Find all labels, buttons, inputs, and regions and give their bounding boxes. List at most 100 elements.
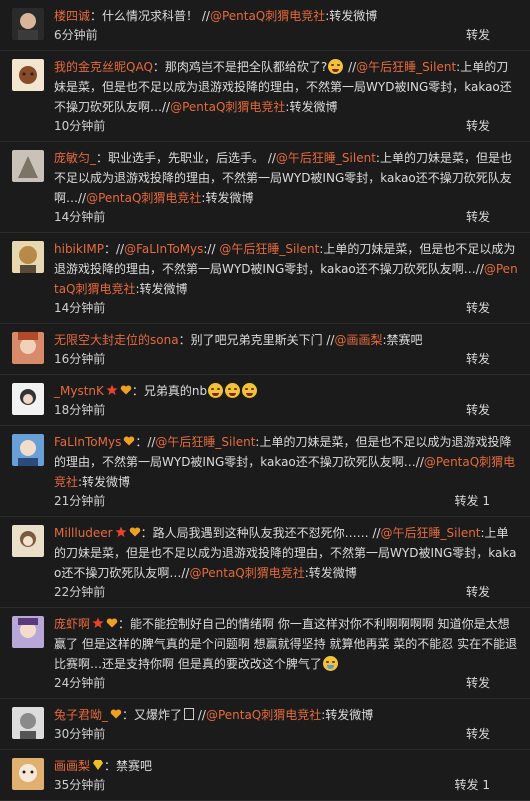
- mention-link[interactable]: @PentaQ刺猬电竞社: [170, 100, 285, 114]
- comment-text: 庞虾啊 ：能不能控制好自己的情绪啊 你一直这样对你不利啊啊啊啊 知道你是太想赢了 …: [54, 614, 520, 674]
- avatar[interactable]: [12, 332, 44, 364]
- heart-badge-icon: [129, 527, 140, 537]
- repost-button[interactable]: 转发: [466, 725, 490, 743]
- comment-user[interactable]: Millludeer: [54, 526, 113, 540]
- comment-user[interactable]: 兔子君呦_: [54, 708, 108, 722]
- comment-body: :转发微博: [321, 708, 374, 722]
- comment-time: 24分钟前: [54, 676, 106, 690]
- comment-item: 画画梨 ：禁赛吧 35分钟前 转发 1: [0, 750, 530, 801]
- comment-time: 21分钟前: [54, 494, 106, 508]
- comment-text: hibikIMP：//@FaLInToMys:// @午后狂睡_Silent:上…: [54, 239, 520, 299]
- comment-body: ：//: [103, 242, 125, 256]
- comment-user[interactable]: _MystnK: [54, 384, 104, 398]
- comment-user[interactable]: 画画梨: [54, 759, 90, 773]
- repost-button[interactable]: 转发: [466, 117, 490, 135]
- comment-user[interactable]: FaLInToMys: [54, 435, 121, 449]
- mention-link[interactable]: @午后狂睡_Silent: [276, 151, 376, 165]
- comment-text: 无限空大封走位的sona：别了吧兄弟克里斯关下门 //@画画梨:禁赛吧: [54, 330, 520, 350]
- comment-user[interactable]: hibikIMP: [54, 242, 104, 256]
- heart-badge-icon: [120, 385, 132, 395]
- repost-button[interactable]: 转发: [466, 583, 490, 601]
- comment-text: Millludeer ：路人局我遇到这种队友我还不怼死你…… //@午后狂睡_Si…: [54, 523, 520, 583]
- cry-emoji-icon: [322, 656, 338, 671]
- repost-button[interactable]: 转发 1: [455, 776, 490, 794]
- star-badge-icon: [106, 384, 118, 395]
- comment-body: ：能不能控制好自己的情绪啊 你一直这样对你不利啊啊啊啊 知道你是太想赢了 但是这…: [54, 617, 518, 671]
- avatar[interactable]: [12, 758, 44, 790]
- comment-body: ：兄弟真的nb: [131, 384, 208, 398]
- repost-button[interactable]: 转发: [466, 350, 490, 368]
- comment-item: FaLInToMys ：//@午后狂睡_Silent:上单的刀妹是菜，但是也不足以…: [0, 426, 530, 517]
- comment-body: :转发微博: [78, 475, 131, 489]
- comment-user[interactable]: 楼四诚: [54, 9, 90, 23]
- laugh-emoji-icon: [328, 59, 344, 74]
- laugh-emoji-icon: [225, 383, 241, 398]
- repost-button[interactable]: 转发: [466, 401, 490, 419]
- avatar[interactable]: [12, 383, 44, 415]
- comment-user[interactable]: 庞敏匀_: [54, 151, 96, 165]
- mention-link[interactable]: @午后狂睡_Silent: [155, 435, 255, 449]
- comment-time: 30分钟前: [54, 727, 106, 741]
- avatar[interactable]: [12, 434, 44, 466]
- repost-button[interactable]: 转发: [466, 299, 490, 317]
- comment-text: FaLInToMys ：//@午后狂睡_Silent:上单的刀妹是菜，但是也不足以…: [54, 432, 520, 492]
- repost-button[interactable]: 转发: [466, 674, 490, 692]
- comment-body: ：禁赛吧: [104, 759, 153, 773]
- comment-time: 18分钟前: [54, 403, 106, 417]
- star-badge-icon: [115, 526, 127, 537]
- avatar[interactable]: [12, 59, 44, 91]
- comment-body: ：又爆炸了: [122, 708, 183, 722]
- repost-button[interactable]: 转发 1: [455, 492, 490, 510]
- heart-badge-icon: [124, 436, 135, 446]
- heart-badge-icon: [110, 709, 122, 719]
- comment-time: 35分钟前: [54, 778, 106, 792]
- comment-time: 16分钟前: [54, 352, 106, 366]
- avatar[interactable]: [12, 150, 44, 182]
- mention-link[interactable]: @FaLInToMys: [124, 242, 203, 256]
- mention-link[interactable]: @午后狂睡_Silent: [381, 526, 481, 540]
- comment-text: 楼四诚：什么情况求科普！ //@PentaQ刺猬电竞社:转发微博: [54, 6, 520, 26]
- comment-item: Millludeer ：路人局我遇到这种队友我还不怼死你…… //@午后狂睡_Si…: [0, 517, 530, 608]
- comment-body: ：什么情况求科普！: [90, 9, 199, 23]
- comment-text: 我的金克丝昵QAQ：那肉鸡岂不是把全队都给砍了? //@午后狂睡_Silent:…: [54, 57, 520, 117]
- comment-body: ：路人局我遇到这种队友我还不怼死你…… //: [140, 526, 381, 540]
- mention-link[interactable]: @画画梨: [334, 333, 382, 347]
- mention-link[interactable]: @午后狂睡_Silent: [356, 60, 456, 74]
- comment-user[interactable]: 我的金克丝昵QAQ: [54, 60, 153, 74]
- comment-item: 我的金克丝昵QAQ：那肉鸡岂不是把全队都给砍了? //@午后狂睡_Silent:…: [0, 51, 530, 142]
- laugh-emoji-icon: [242, 383, 258, 398]
- comment-time: 22分钟前: [54, 585, 106, 599]
- gold-badge-icon: [93, 760, 104, 770]
- avatar[interactable]: [12, 525, 44, 557]
- comment-time: 6分钟前: [54, 28, 98, 42]
- comment-user[interactable]: 庞虾啊: [54, 617, 90, 631]
- avatar[interactable]: [12, 707, 44, 739]
- mention-link[interactable]: @PentaQ刺猬电竞社: [206, 708, 321, 722]
- comment-item: 楼四诚：什么情况求科普！ //@PentaQ刺猬电竞社:转发微博 6分钟前 转发: [0, 0, 530, 51]
- comment-text: 画画梨 ：禁赛吧: [54, 756, 520, 776]
- comment-text: 兔子君呦_ ：又爆炸了 //@PentaQ刺猬电竞社:转发微博: [54, 705, 520, 725]
- comment-item: hibikIMP：//@FaLInToMys:// @午后狂睡_Silent:上…: [0, 233, 530, 324]
- avatar[interactable]: [12, 616, 44, 648]
- comment-time: 14分钟前: [54, 210, 106, 224]
- repost-button[interactable]: 转发: [466, 26, 490, 44]
- avatar[interactable]: [12, 241, 44, 273]
- star-badge-icon: [92, 617, 104, 628]
- mention-link[interactable]: @PentaQ刺猬电竞社: [189, 566, 304, 580]
- comment-body: ：//: [135, 435, 156, 449]
- mention-link[interactable]: @PentaQ刺猬电竞社: [210, 9, 325, 23]
- mention-link[interactable]: @PentaQ刺猬电竞社: [86, 191, 201, 205]
- repost-button[interactable]: 转发: [466, 208, 490, 226]
- comment-time: 14分钟前: [54, 301, 106, 315]
- comment-body: ：职业选手，先职业，后选手。 //: [96, 151, 276, 165]
- comment-body: //: [344, 60, 357, 74]
- comment-body: :转发微博: [285, 100, 338, 114]
- comment-text: 庞敏匀_：职业选手，先职业，后选手。 //@午后狂睡_Silent:上单的刀妹是…: [54, 148, 520, 208]
- mention-link[interactable]: @午后狂睡_Silent: [219, 242, 319, 256]
- comment-text: _MystnK ：兄弟真的nb: [54, 381, 520, 401]
- comment-body: :转发微博: [201, 191, 254, 205]
- avatar[interactable]: [12, 8, 44, 40]
- comment-user[interactable]: 无限空大封走位的sona: [54, 333, 179, 347]
- comment-item: 无限空大封走位的sona：别了吧兄弟克里斯关下门 //@画画梨:禁赛吧 16分钟…: [0, 324, 530, 375]
- comment-item: 兔子君呦_ ：又爆炸了 //@PentaQ刺猬电竞社:转发微博 30分钟前 转发: [0, 699, 530, 750]
